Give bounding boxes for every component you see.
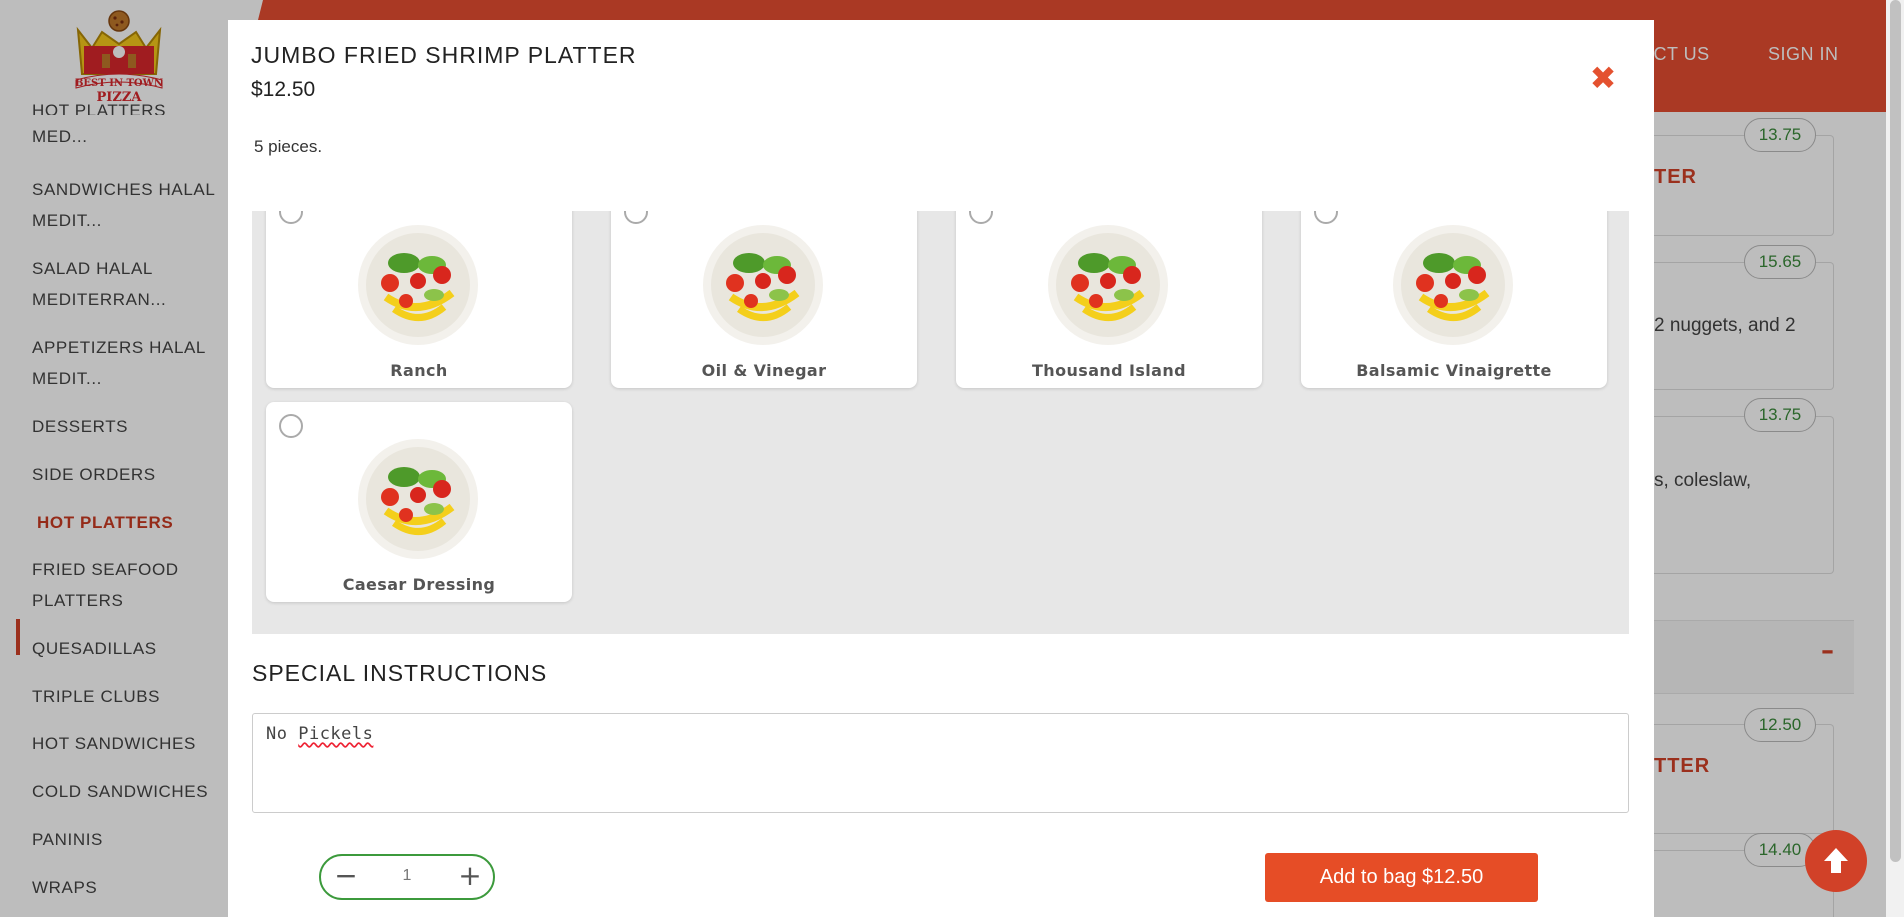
quantity-value[interactable]: 1 (381, 867, 433, 885)
option-card-ranch[interactable]: Ranch (266, 211, 572, 388)
option-label: Ranch (390, 361, 448, 380)
salad-image (1393, 225, 1513, 345)
option-label: Balsamic Vinaigrette (1356, 361, 1552, 380)
option-card-balsamic-vinaigrette[interactable]: Balsamic Vinaigrette (1301, 211, 1607, 388)
modal-price: $12.50 (251, 78, 316, 101)
close-icon[interactable]: ✖ (1585, 60, 1621, 96)
option-radio[interactable] (1314, 211, 1338, 224)
option-radio[interactable] (279, 211, 303, 224)
special-instructions-heading: SPECIAL INSTRUCTIONS (252, 660, 548, 686)
option-radio[interactable] (279, 414, 303, 438)
salad-image (358, 225, 478, 345)
special-instructions-input[interactable]: No Pickels (252, 713, 1629, 813)
salad-image (358, 439, 478, 559)
modal-title: JUMBO FRIED SHRIMP PLATTER (251, 42, 637, 68)
option-radio[interactable] (624, 211, 648, 224)
option-label: Caesar Dressing (342, 575, 496, 594)
misspelled-word: Pickels (298, 724, 374, 744)
option-card-thousand-island[interactable]: Thousand Island (956, 211, 1262, 388)
page-scrollbar[interactable] (1886, 0, 1904, 917)
scroll-top-button[interactable] (1805, 830, 1867, 892)
option-card-caesar-dressing[interactable]: Caesar Dressing (266, 402, 572, 602)
option-label: Thousand Island (1031, 361, 1187, 380)
quantity-stepper: − 1 + (319, 854, 495, 900)
special-instructions-text: No (266, 724, 299, 744)
dressing-options: Ranch Oil & Vinegar Thousand Island Bals… (252, 211, 1629, 634)
option-label: Oil & Vinegar (701, 361, 827, 380)
option-radio[interactable] (969, 211, 993, 224)
arrow-up-icon (1824, 848, 1848, 873)
minus-icon[interactable]: − (331, 861, 361, 893)
plus-icon[interactable]: + (455, 861, 485, 893)
item-modal: JUMBO FRIED SHRIMP PLATTER $12.50 ✖ 5 pi… (228, 20, 1654, 917)
add-to-bag-button[interactable]: Add to bag $12.50 (1265, 853, 1538, 902)
item-description: 5 pieces. (254, 137, 323, 156)
salad-image (1048, 225, 1168, 345)
salad-image (703, 225, 823, 345)
scrollbar-thumb[interactable] (1890, 0, 1901, 862)
option-card-oil-vinegar[interactable]: Oil & Vinegar (611, 211, 917, 388)
